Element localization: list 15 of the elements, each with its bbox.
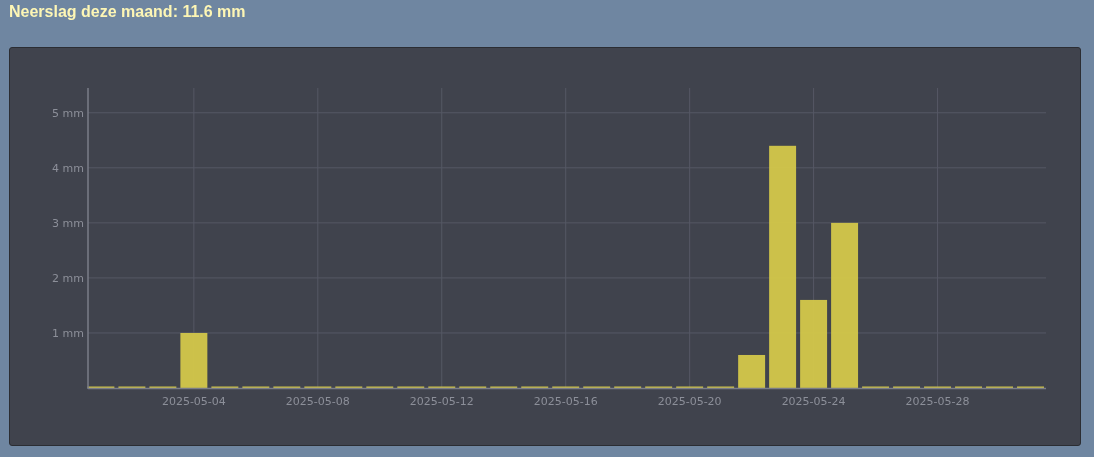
bar xyxy=(180,332,208,388)
x-tick-label: 2025-05-12 xyxy=(409,395,474,408)
chart-title: Neerslag deze maand: 11.6 mm xyxy=(9,3,246,22)
y-tick-label: 4 mm xyxy=(52,161,84,175)
y-tick-label: 5 mm xyxy=(52,106,84,120)
x-tick-label: 2025-05-04 xyxy=(161,395,226,408)
bar xyxy=(738,354,766,388)
x-tick-label: 2025-05-28 xyxy=(905,395,970,408)
y-tick-label: 1 mm xyxy=(52,326,84,340)
y-tick-label: 2 mm xyxy=(52,271,84,285)
x-tick-label: 2025-05-20 xyxy=(657,395,722,408)
x-tick-label: 2025-05-16 xyxy=(533,395,598,408)
x-tick-label: 2025-05-08 xyxy=(285,395,350,408)
x-tick-label: 2025-05-24 xyxy=(781,395,846,408)
y-tick-label: 3 mm xyxy=(52,216,84,230)
